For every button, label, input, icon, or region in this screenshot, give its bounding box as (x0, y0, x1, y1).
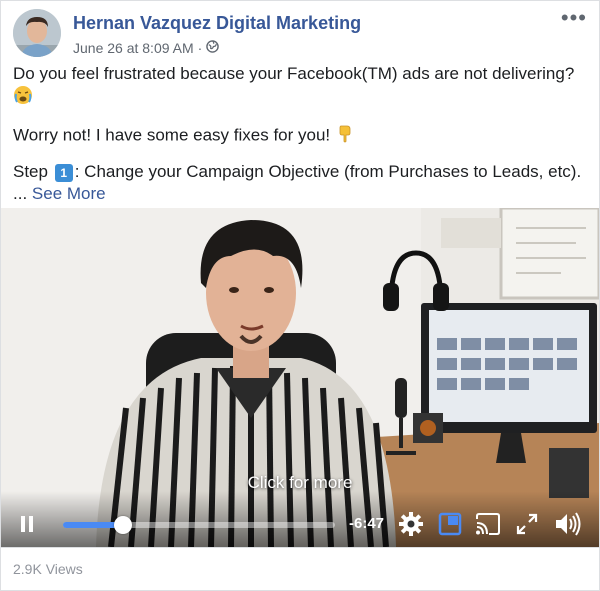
footer-divider (1, 547, 599, 548)
pause-icon[interactable] (19, 515, 35, 538)
post-line-3: Step 1: Change your Campaign Objective (… (13, 161, 587, 205)
avatar[interactable] (13, 9, 61, 57)
keycap-one-emoji-icon: 1 (54, 163, 73, 182)
post-header: Hernan Vazquez Digital Marketing June 26… (13, 7, 587, 59)
volume-icon[interactable] (554, 511, 582, 542)
post-text: Do you feel frustrated because your Face… (13, 63, 587, 205)
settings-icon[interactable] (398, 511, 424, 542)
post-card: Hernan Vazquez Digital Marketing June 26… (0, 0, 600, 591)
post-line-2: Worry not! I have some easy fixes for yo… (13, 123, 587, 149)
more-options-icon[interactable]: ••• (561, 7, 587, 29)
step-label: Step (13, 162, 48, 181)
post-line-1-text: Do you feel frustrated because your Face… (13, 64, 575, 83)
see-more-link[interactable]: See More (32, 184, 106, 203)
video-player[interactable]: Click for more -6:47 (1, 208, 599, 547)
time-remaining: -6:47 (349, 515, 385, 532)
progress-scrubber[interactable] (113, 516, 132, 534)
views-count: 2.9K Views (13, 561, 83, 577)
video-controls: -6:47 (1, 491, 599, 547)
meta-separator: · (197, 40, 203, 56)
ellipsis: ... (13, 184, 28, 203)
progress-bar[interactable] (63, 516, 335, 534)
globe-icon (206, 40, 220, 56)
page-name-link[interactable]: Hernan Vazquez Digital Marketing (73, 13, 361, 34)
cast-icon[interactable] (475, 513, 501, 540)
fullscreen-box-icon[interactable] (438, 512, 462, 541)
post-line-3-text: : Change your Campaign Objective (from P… (74, 162, 582, 181)
post-timestamp[interactable]: June 26 at 8:09 AM (73, 40, 194, 56)
click-for-more-overlay[interactable]: Click for more (1, 473, 599, 493)
pointing-down-emoji-icon (335, 123, 355, 149)
post-line-2-text: Worry not! I have some easy fixes for yo… (13, 125, 331, 145)
post-line-1: Do you feel frustrated because your Face… (13, 63, 587, 111)
post-meta: June 26 at 8:09 AM · (73, 40, 220, 56)
crying-face-emoji-icon (13, 85, 33, 111)
expand-icon[interactable] (516, 513, 538, 540)
